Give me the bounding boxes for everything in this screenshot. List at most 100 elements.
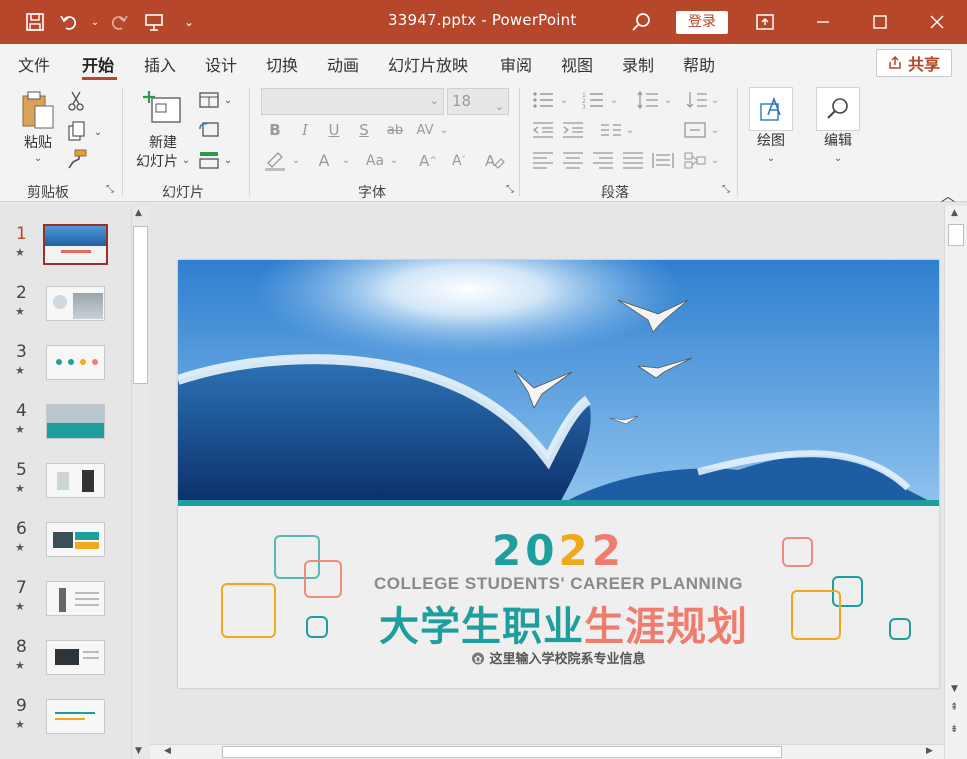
bullets-icon[interactable] [531,90,555,110]
share-button[interactable]: 共享 [876,49,952,77]
slide-canvas[interactable]: 2022 COLLEGE STUDENTS' CAREER PLANNING 大… [178,260,939,688]
layout-dropdown-icon[interactable]: ⌄ [222,94,234,106]
scrollbar-thumb[interactable] [948,224,964,246]
tab-slideshow[interactable]: 幻灯片放映 [388,52,468,76]
line-spacing-icon[interactable] [636,90,660,110]
chevron-down-icon[interactable]: ⌄ [709,154,721,166]
underline-icon[interactable]: U [325,120,343,140]
tab-record[interactable]: 录制 [622,52,654,76]
editing-dropdown-icon[interactable]: ⌄ [832,152,844,164]
chevron-down-icon[interactable]: ⌄ [388,154,400,166]
smartart-icon[interactable] [683,150,707,170]
chevron-down-icon[interactable]: ⌄ [558,94,570,106]
decrease-indent-icon[interactable] [531,120,555,140]
slide-chinese-title[interactable]: 大学生职业生涯规划 [178,594,939,652]
login-button[interactable]: 登录 [676,11,728,34]
tab-view[interactable]: 视图 [561,52,593,76]
chevron-down-icon[interactable]: ⌄ [290,154,302,166]
scrollbar-thumb[interactable] [133,226,148,384]
chevron-down-icon[interactable]: ⌄ [608,94,620,106]
copy-icon[interactable] [66,120,88,142]
reset-slide-icon[interactable] [198,119,220,139]
thumbnail-scrollbar[interactable]: ▲ ▼ [131,206,149,759]
slide-year[interactable]: 2022 [178,526,939,575]
increase-indent-icon[interactable] [561,120,585,140]
chevron-down-icon[interactable]: ⌄ [624,124,636,136]
undo-icon[interactable] [58,11,80,33]
tab-review[interactable]: 审阅 [500,52,532,76]
align-right-icon[interactable] [591,150,615,170]
change-case-icon[interactable]: Aa [362,150,388,172]
scroll-up-icon[interactable]: ▲ [951,208,958,218]
editing-icon[interactable] [816,87,860,131]
scroll-down-icon[interactable]: ▼ [135,746,142,756]
scroll-right-icon[interactable]: ▶ [926,746,933,756]
slide-vertical-scrollbar[interactable]: ▲ ▼ ⇞ ⇟ [944,206,967,759]
scroll-down-icon[interactable]: ▼ [951,684,958,694]
strikethrough-icon[interactable]: ab [384,120,406,140]
justify-icon[interactable] [621,150,645,170]
slide-thumbnail-4[interactable] [46,404,105,439]
font-name-combobox[interactable]: ⌄ [261,88,444,115]
minimize-icon[interactable] [812,11,834,33]
chevron-down-icon[interactable]: ⌄ [340,154,352,166]
slide-thumbnail-5[interactable] [46,463,105,498]
chevron-down-icon[interactable]: ⌄ [438,124,450,136]
font-launcher-icon[interactable]: ⤡ [504,183,516,195]
character-spacing-icon[interactable]: AV [412,120,438,140]
align-left-icon[interactable] [531,150,555,170]
maximize-icon[interactable] [869,11,891,33]
paste-icon[interactable] [20,90,56,130]
align-center-icon[interactable] [561,150,585,170]
align-text-icon[interactable] [683,120,707,140]
slide-subtitle[interactable]: 这里输入学校院系专业信息 [178,648,939,667]
slide-thumbnail-9[interactable] [46,699,105,734]
section-dropdown-icon[interactable]: ⌄ [222,154,234,166]
text-shadow-icon[interactable]: S [355,120,373,140]
distributed-icon[interactable] [651,150,675,170]
slide-thumbnail-2[interactable] [46,286,105,321]
format-painter-icon[interactable] [66,148,88,170]
scroll-up-icon[interactable]: ▲ [135,208,142,218]
slide-thumbnail-8[interactable] [46,640,105,675]
tab-file[interactable]: 文件 [18,52,50,76]
tab-insert[interactable]: 插入 [144,52,176,76]
increase-font-size-icon[interactable]: A ^ [416,150,440,172]
section-icon[interactable] [198,150,220,170]
undo-dropdown-icon[interactable]: ⌄ [84,11,106,33]
close-icon[interactable] [926,11,948,33]
columns-icon[interactable] [599,120,623,140]
chevron-down-icon[interactable]: ⌄ [709,124,721,136]
next-slide-icon[interactable]: ⇟ [950,724,958,735]
clipboard-launcher-icon[interactable]: ⤡ [104,183,116,195]
font-size-combobox[interactable]: 18 ⌄ [447,88,509,115]
customize-toolbar-icon[interactable]: ⌄ [178,11,200,33]
text-direction-icon[interactable] [685,90,709,110]
search-icon[interactable] [630,11,652,33]
tab-transitions[interactable]: 切换 [266,52,298,76]
paste-button[interactable]: 粘贴 [21,132,55,152]
bold-icon[interactable]: B [266,120,284,140]
tab-animations[interactable]: 动画 [327,52,359,76]
new-slide-dropdown-icon[interactable]: ⌄ [180,154,192,166]
drawing-label[interactable]: 绘图 [749,130,793,150]
chevron-down-icon[interactable]: ⌄ [709,94,721,106]
scroll-left-icon[interactable]: ◀ [164,746,171,756]
drawing-dropdown-icon[interactable]: ⌄ [765,152,777,164]
new-slide-label-2[interactable]: 幻灯片 [132,151,182,171]
chevron-down-icon[interactable]: ⌄ [662,94,674,106]
italic-icon[interactable]: I [296,120,314,140]
drawing-icon[interactable] [749,87,793,131]
slide-thumbnail-1[interactable] [43,224,108,265]
slide-horizontal-scrollbar[interactable]: ◀ ▶ [150,744,944,759]
collapse-ribbon-icon[interactable]: ︿ [941,186,955,206]
layout-icon[interactable] [198,90,220,110]
copy-dropdown-icon[interactable]: ⌄ [92,126,104,138]
tab-home[interactable]: 开始 [82,52,114,76]
slide-thumbnail-6[interactable] [46,522,105,557]
paste-dropdown-icon[interactable]: ⌄ [30,152,46,164]
slide-english-title[interactable]: COLLEGE STUDENTS' CAREER PLANNING [178,574,939,594]
numbering-icon[interactable]: 123 [581,90,605,110]
new-slide-icon[interactable] [142,90,182,124]
slide-thumbnail-7[interactable] [46,581,105,616]
